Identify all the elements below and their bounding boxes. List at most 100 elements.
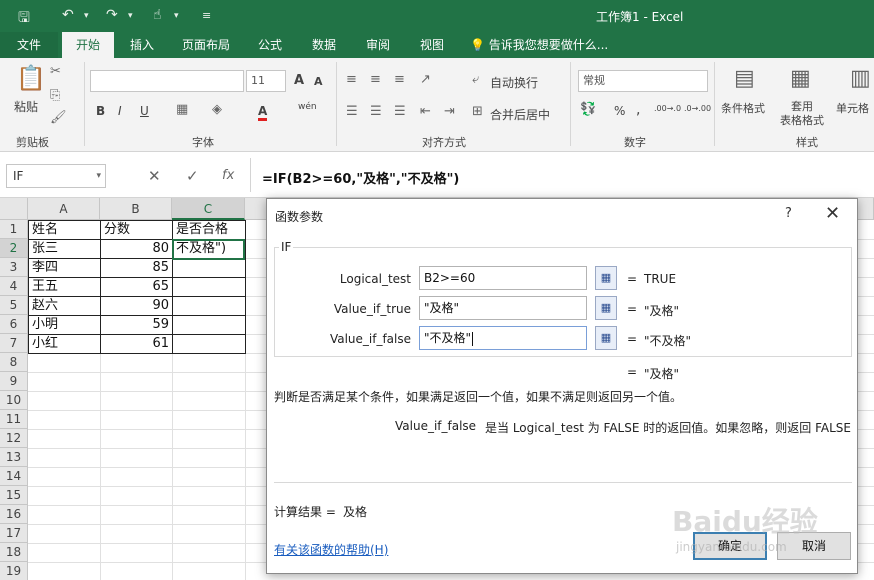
align-right-icon[interactable]: ☰ (394, 104, 406, 119)
collapse-range-icon[interactable]: ▦ (595, 326, 617, 350)
cell-styles-icon[interactable]: ▥ (850, 66, 871, 91)
undo-icon[interactable]: ↶ (62, 7, 74, 23)
font-name-select[interactable] (90, 70, 244, 92)
copy-icon[interactable]: ⎘ (50, 88, 60, 103)
border-icon[interactable]: ▦ (176, 102, 188, 117)
align-top-icon[interactable]: ≡ (346, 72, 357, 87)
tab-formulas[interactable]: 公式 (246, 32, 294, 58)
chevron-down-icon[interactable]: ▾ (128, 11, 133, 21)
percent-button[interactable]: % (614, 104, 625, 118)
row-header[interactable]: 8 (0, 353, 28, 372)
tab-insert[interactable]: 插入 (118, 32, 166, 58)
table-cell[interactable] (173, 315, 245, 334)
column-title-cell[interactable]: 是否合格 (173, 220, 245, 239)
tab-file[interactable]: 文件 (0, 32, 58, 58)
name-box[interactable]: IF ▾ (6, 164, 106, 188)
enter-icon[interactable]: ✓ (186, 167, 199, 185)
table-cell[interactable]: 小明 (29, 315, 100, 334)
table-cell[interactable]: 90 (101, 296, 172, 315)
insert-function-icon[interactable]: fx (222, 168, 234, 183)
chevron-down-icon[interactable]: ▾ (174, 11, 179, 21)
table-cell[interactable]: 王五 (29, 277, 100, 296)
wrap-text-icon[interactable]: ⤶ (472, 72, 479, 87)
cancel-icon[interactable]: ✕ (148, 167, 161, 185)
align-left-icon[interactable]: ☰ (346, 104, 358, 119)
row-header[interactable]: 18 (0, 543, 28, 562)
row-header[interactable]: 15 (0, 486, 28, 505)
increase-indent-icon[interactable]: ⇥ (444, 104, 455, 119)
tab-review[interactable]: 审阅 (354, 32, 402, 58)
table-cell[interactable]: 61 (101, 334, 172, 353)
row-header[interactable]: 7 (0, 334, 28, 353)
logical-test-input[interactable]: B2>=60 (419, 266, 587, 290)
select-all-corner[interactable] (0, 198, 28, 220)
number-format-select[interactable]: 常规 (578, 70, 708, 92)
tab-data[interactable]: 数据 (300, 32, 348, 58)
row-header[interactable]: 17 (0, 524, 28, 543)
chevron-down-icon[interactable]: ▾ (96, 165, 101, 187)
table-cell[interactable]: 80 (101, 239, 172, 258)
formula-input[interactable]: =IF(B2>=60,"及格","不及格") (262, 168, 459, 187)
decrease-decimal-button[interactable]: .0→.00 (684, 104, 711, 113)
row-header[interactable]: 10 (0, 391, 28, 410)
tell-me-box[interactable]: 💡 告诉我您想要做什么... (470, 32, 620, 58)
phonetic-button[interactable]: wén (298, 102, 317, 112)
table-cell[interactable]: 赵六 (29, 296, 100, 315)
font-color-button[interactable]: A (258, 104, 268, 121)
row-header[interactable]: 3 (0, 258, 28, 277)
merge-icon[interactable]: ⊞ (472, 104, 483, 119)
orientation-icon[interactable]: ↗ (420, 72, 431, 87)
table-cell[interactable]: 李四 (29, 258, 100, 277)
shrink-font-icon[interactable]: A (314, 75, 323, 88)
format-painter-icon[interactable]: 🖌 (50, 110, 67, 125)
table-cell[interactable] (173, 258, 245, 277)
tab-view[interactable]: 视图 (408, 32, 456, 58)
row-header[interactable]: 13 (0, 448, 28, 467)
underline-button[interactable]: U (140, 104, 149, 118)
increase-decimal-button[interactable]: .00→.0 (654, 104, 681, 113)
table-cell[interactable] (173, 277, 245, 296)
function-help-link[interactable]: 有关该函数的帮助(H) (274, 541, 388, 558)
row-header[interactable]: 19 (0, 562, 28, 580)
decrease-indent-icon[interactable]: ⇤ (420, 104, 431, 119)
merge-center-button[interactable]: 合并后居中 (490, 106, 550, 123)
cut-icon[interactable]: ✂ (50, 64, 61, 79)
comma-button[interactable]: , (636, 102, 640, 118)
format-table-icon[interactable]: ▦ (790, 66, 811, 91)
grow-font-icon[interactable]: A (294, 73, 304, 88)
row-header[interactable]: 2 (0, 239, 28, 258)
customize-icon[interactable]: ≡ (202, 9, 211, 22)
row-header[interactable]: 12 (0, 429, 28, 448)
table-cell[interactable]: 85 (101, 258, 172, 277)
conditional-format-icon[interactable]: ▤ (734, 66, 755, 91)
row-header[interactable]: 1 (0, 220, 28, 239)
collapse-range-icon[interactable]: ▦ (595, 266, 617, 290)
align-center-icon[interactable]: ☰ (370, 104, 382, 119)
row-header[interactable]: 6 (0, 315, 28, 334)
row-header[interactable]: 14 (0, 467, 28, 486)
tab-home[interactable]: 开始 (62, 32, 114, 58)
row-header[interactable]: 16 (0, 505, 28, 524)
align-bottom-icon[interactable]: ≡ (394, 72, 405, 87)
column-title-cell[interactable]: 姓名 (29, 220, 100, 239)
row-header[interactable]: 11 (0, 410, 28, 429)
value-if-false-input[interactable]: "不及格" (419, 326, 587, 350)
cell-styles-button[interactable]: 单元格 (836, 100, 869, 116)
row-header[interactable]: 5 (0, 296, 28, 315)
redo-icon[interactable]: ↷ (106, 7, 118, 23)
table-cell[interactable] (173, 296, 245, 315)
bold-button[interactable]: B (96, 104, 105, 118)
help-icon[interactable]: ? (785, 206, 792, 221)
column-header-a[interactable]: A (28, 198, 100, 220)
table-cell[interactable] (173, 334, 245, 353)
table-cell[interactable]: 张三 (29, 239, 100, 258)
table-cell[interactable]: 65 (101, 277, 172, 296)
align-middle-icon[interactable]: ≡ (370, 72, 381, 87)
format-table-button[interactable]: 套用 表格格式 (774, 100, 830, 128)
table-cell[interactable]: 小红 (29, 334, 100, 353)
currency-icon[interactable]: 💱 (580, 102, 596, 117)
conditional-format-button[interactable]: 条件格式 (721, 100, 765, 116)
paste-icon[interactable]: 📋 (16, 64, 46, 92)
column-header-c[interactable]: C (172, 198, 245, 220)
chevron-down-icon[interactable]: ▾ (84, 11, 89, 21)
